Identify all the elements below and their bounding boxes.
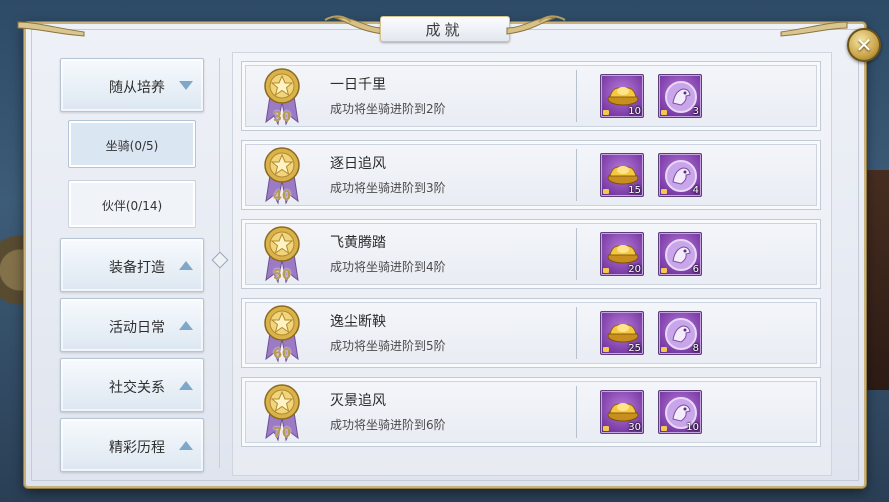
reward-item-mount[interactable]: 4 [658, 153, 702, 197]
row-separator [576, 386, 577, 438]
achievement-title: 逸尘断鞅 [330, 314, 386, 330]
achievement-row: 50 飞黄腾踏 成功将坐骑进阶到4阶 20 6 [241, 219, 821, 289]
panel-divider [211, 58, 229, 468]
gold-ingot-icon [607, 324, 639, 343]
reward-count: 15 [628, 185, 641, 196]
chevron-up-icon [179, 441, 193, 450]
title-header: 成就 [315, 8, 575, 42]
achievement-title: 飞黄腾踏 [330, 235, 386, 251]
reward-count: 4 [692, 185, 699, 196]
reward-item-gold[interactable]: 10 [600, 74, 644, 118]
achievement-row: 70 灭景追风 成功将坐骑进阶到6阶 30 10 [241, 377, 821, 447]
subcategory-partner[interactable]: 伙伴(0/14) [68, 180, 196, 228]
bound-lock-icon [661, 189, 667, 194]
achievement-description: 成功将坐骑进阶到4阶 [330, 260, 446, 274]
bound-lock-icon [661, 110, 667, 115]
achievement-list[interactable]: 30 一日千里 成功将坐骑进阶到2阶 10 3 40 逐日追风 成功将坐骑进阶到… [232, 52, 832, 476]
achievement-row: 40 逐日追风 成功将坐骑进阶到3阶 15 4 [241, 140, 821, 210]
corner-ornament-right-icon [780, 21, 848, 37]
row-separator [576, 70, 577, 122]
reward-item-mount[interactable]: 6 [658, 232, 702, 276]
category-equipment-forging[interactable]: 装备打造 [60, 238, 204, 292]
subcategory-label: 坐骑(0/5) [105, 139, 159, 153]
reward-count: 10 [686, 422, 699, 433]
bound-lock-icon [603, 110, 609, 115]
achievement-description: 成功将坐骑进阶到2阶 [330, 102, 446, 116]
reward-count: 3 [692, 106, 699, 117]
bound-lock-icon [603, 347, 609, 352]
chevron-up-icon [179, 381, 193, 390]
row-separator [576, 307, 577, 359]
reward-count: 20 [628, 264, 641, 275]
achievement-points: 30 [272, 110, 292, 125]
row-separator [576, 228, 577, 280]
reward-count: 10 [628, 106, 641, 117]
achievement-title: 灭景追风 [330, 393, 386, 409]
category-label: 随从培养 [109, 80, 165, 96]
title-ornament-right-icon [506, 15, 566, 35]
category-label: 精彩历程 [109, 440, 165, 456]
achievement-points: 70 [272, 426, 292, 441]
achievement-row: 60 逸尘断鞅 成功将坐骑进阶到5阶 25 8 [241, 298, 821, 368]
gold-ingot-icon [607, 403, 639, 422]
category-label: 装备打造 [109, 260, 165, 276]
reward-item-gold[interactable]: 25 [600, 311, 644, 355]
reward-count: 8 [692, 343, 699, 354]
reward-item-mount[interactable]: 10 [658, 390, 702, 434]
category-social[interactable]: 社交关系 [60, 358, 204, 412]
category-daily-activities[interactable]: 活动日常 [60, 298, 204, 352]
reward-item-mount[interactable]: 3 [658, 74, 702, 118]
reward-count: 25 [628, 343, 641, 354]
achievement-points: 60 [272, 347, 292, 362]
gold-ingot-icon [607, 166, 639, 185]
bound-lock-icon [661, 268, 667, 273]
category-sidebar: 随从培养 坐骑(0/5) 伙伴(0/14) 装备打造 活动日常 社交关系 精彩历… [54, 50, 210, 480]
reward-item-gold[interactable]: 15 [600, 153, 644, 197]
close-button[interactable]: ✕ [847, 28, 881, 62]
category-label: 社交关系 [109, 380, 165, 396]
chevron-up-icon [179, 321, 193, 330]
bound-lock-icon [661, 426, 667, 431]
achievement-points: 50 [272, 268, 292, 283]
gold-ingot-icon [607, 245, 639, 264]
subcategory-label: 伙伴(0/14) [101, 199, 163, 213]
reward-count: 30 [628, 422, 641, 433]
achievement-description: 成功将坐骑进阶到3阶 [330, 181, 446, 195]
bound-lock-icon [603, 189, 609, 194]
row-separator [576, 149, 577, 201]
achievement-description: 成功将坐骑进阶到6阶 [330, 418, 446, 432]
category-highlights[interactable]: 精彩历程 [60, 418, 204, 472]
category-label: 活动日常 [109, 320, 165, 336]
close-icon: ✕ [855, 33, 873, 57]
reward-item-mount[interactable]: 8 [658, 311, 702, 355]
chevron-up-icon [179, 261, 193, 270]
achievement-title: 逐日追风 [330, 156, 386, 172]
chevron-down-icon [179, 81, 193, 90]
reward-item-gold[interactable]: 20 [600, 232, 644, 276]
corner-ornament-left-icon [17, 21, 85, 37]
subcategory-mount[interactable]: 坐骑(0/5) [68, 120, 196, 168]
achievement-title: 一日千里 [330, 77, 386, 93]
reward-item-gold[interactable]: 30 [600, 390, 644, 434]
achievement-points: 40 [272, 189, 292, 204]
bound-lock-icon [603, 268, 609, 273]
category-companion-training[interactable]: 随从培养 [60, 58, 204, 112]
achievement-row: 30 一日千里 成功将坐骑进阶到2阶 10 3 [241, 61, 821, 131]
gold-ingot-icon [607, 87, 639, 106]
bound-lock-icon [661, 347, 667, 352]
reward-count: 6 [692, 264, 699, 275]
achievement-description: 成功将坐骑进阶到5阶 [330, 339, 446, 353]
bound-lock-icon [603, 426, 609, 431]
